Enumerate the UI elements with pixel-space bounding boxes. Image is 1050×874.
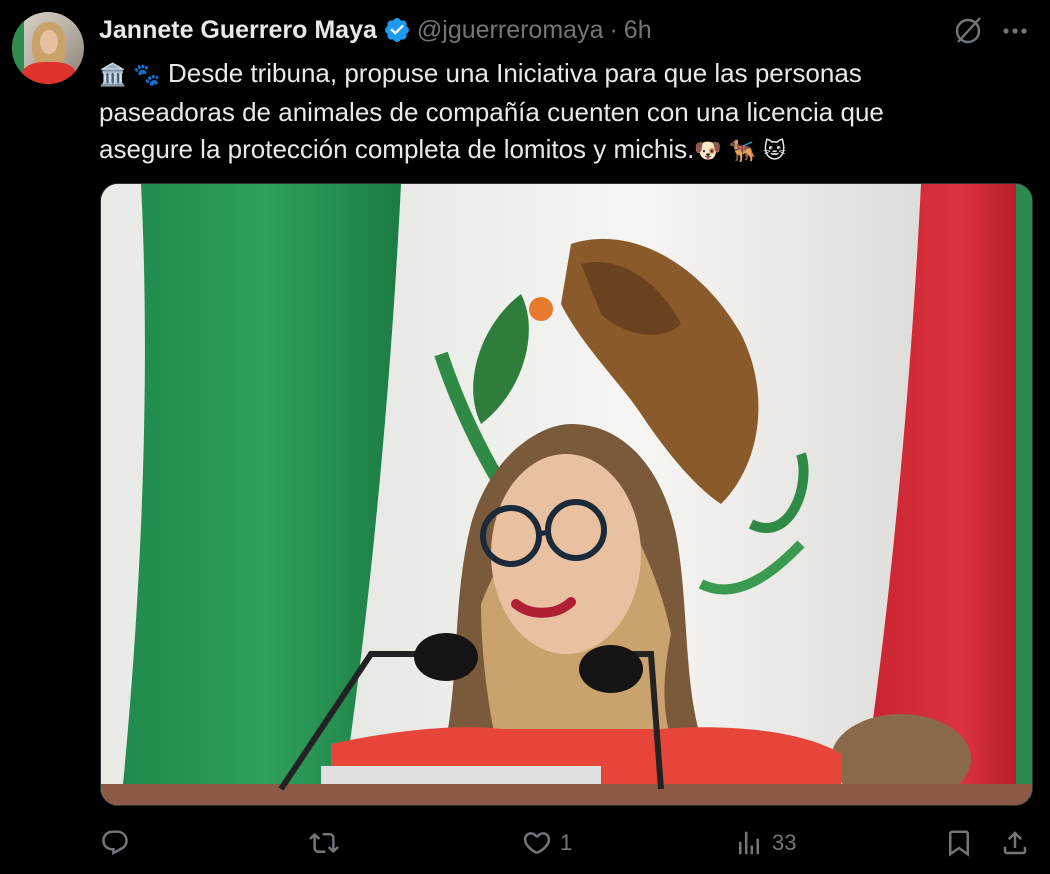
more-icon[interactable]: [1000, 16, 1030, 46]
lead-emojis: 🏛️ 🐾: [99, 63, 161, 88]
author-handle[interactable]: @jguerreromaya: [417, 16, 604, 45]
bookmark-button[interactable]: [944, 828, 974, 858]
photo-illustration: [101, 184, 1032, 805]
views-button[interactable]: 33: [734, 828, 796, 858]
like-button[interactable]: 1: [522, 828, 572, 858]
action-bar: 1 33: [0, 820, 1050, 870]
views-icon: [739, 831, 759, 855]
views-count: 33: [772, 830, 797, 855]
like-icon: [523, 832, 551, 854]
tweet-line-2: paseadoras de animales de compañía cuent…: [99, 97, 884, 127]
reply-icon: [102, 830, 128, 856]
avatar-face: [40, 30, 58, 54]
tweet-photo[interactable]: [100, 183, 1033, 806]
reply-button[interactable]: [100, 828, 138, 858]
header-separator: ·: [609, 15, 618, 44]
avatar-body: [22, 62, 76, 84]
verified-badge-icon: [384, 18, 409, 42]
repost-button[interactable]: [309, 828, 347, 858]
tweet-line-1: Desde tribuna, propuse una Iniciativa pa…: [168, 58, 862, 88]
author-name[interactable]: Jannete Guerrero Maya: [99, 16, 377, 45]
like-count: 1: [560, 830, 573, 855]
timestamp[interactable]: 6h: [624, 16, 652, 45]
share-button[interactable]: [1000, 828, 1030, 858]
avatar[interactable]: [12, 12, 84, 84]
tweet-header: Jannete Guerrero Maya @jguerreromaya · 6…: [99, 14, 652, 46]
trail-emojis: 🐶 🐕‍🦺 🐱: [694, 139, 787, 164]
share-icon: [1003, 831, 1027, 855]
repost-icon: [309, 832, 339, 854]
grok-icon[interactable]: [952, 14, 984, 46]
tweet-line-3: asegure la protección completa de lomito…: [99, 134, 695, 164]
bookmark-icon: [949, 830, 969, 857]
tweet-text: 🏛️ 🐾 Desde tribuna, propuse una Iniciati…: [99, 55, 1019, 170]
